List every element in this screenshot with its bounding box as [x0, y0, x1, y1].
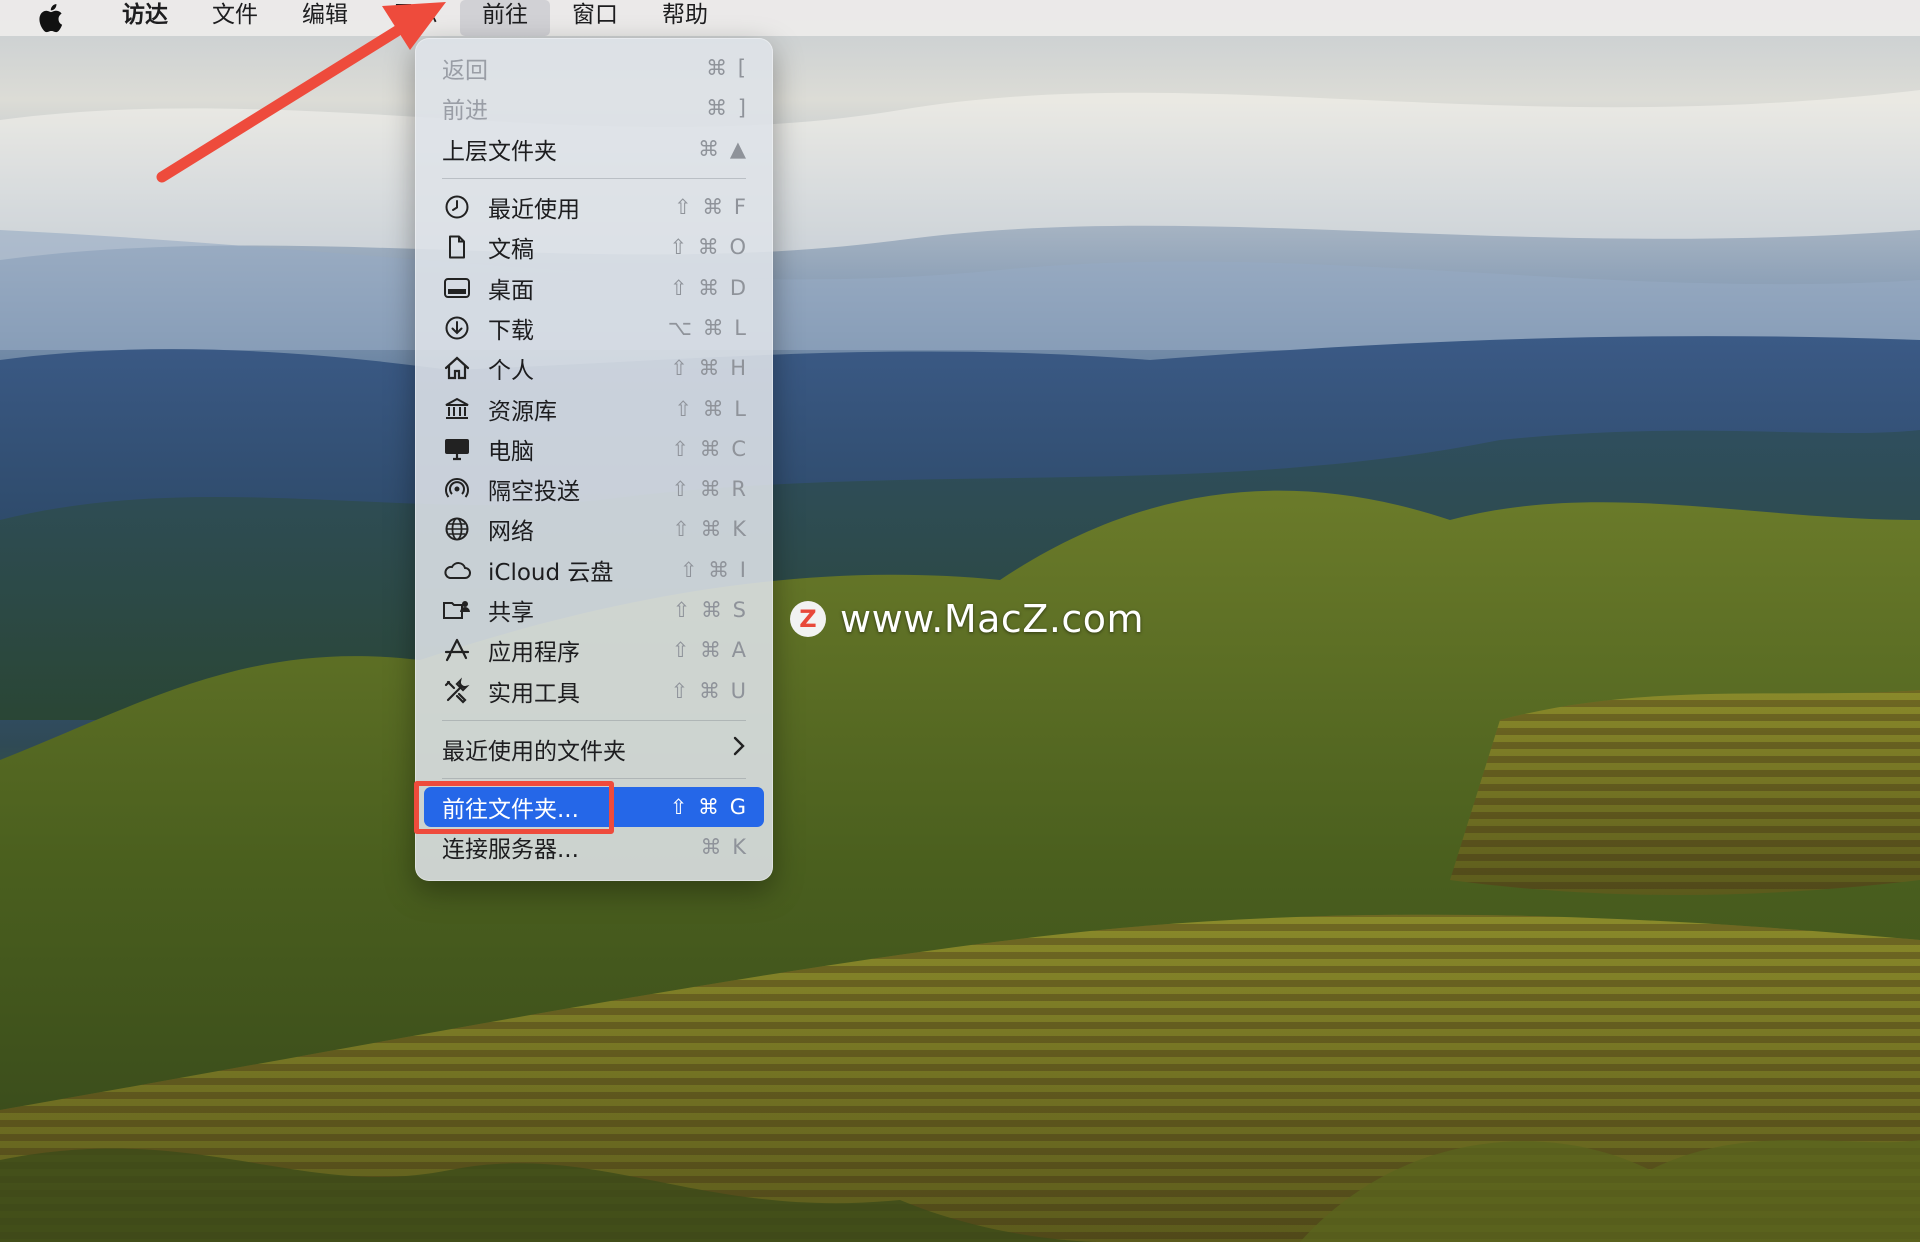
menu-item-library[interactable]: 资源库 ⇧ ⌘ L [424, 388, 764, 428]
menu-item-shortcut: ⇧ ⌘ I [679, 557, 748, 582]
menu-item-label: 共享 [488, 600, 534, 626]
menu-item-shortcut: ⇧ ⌘ U [670, 678, 748, 703]
menu-item-recents[interactable]: 最近使用 ⇧ ⌘ F [424, 187, 764, 227]
clock-icon [442, 192, 472, 222]
menu-item-forward[interactable]: 前进 ⌘ ] [424, 88, 764, 128]
download-icon [442, 313, 472, 343]
menu-item-label: 前进 [442, 98, 488, 125]
menu-item-icloud-drive[interactable]: iCloud 云盘 ⇧ ⌘ I [424, 550, 764, 590]
watermark-text: www.MacZ.com [840, 597, 1145, 641]
menu-separator [442, 177, 746, 179]
menu-item-recent-folders[interactable]: 最近使用的文件夹 [424, 729, 764, 769]
menubar-help[interactable]: 帮助 [640, 0, 730, 36]
menu-item-shortcut: ⌘ [ [706, 56, 748, 81]
menu-item-shortcut: ⇧ ⌘ S [672, 598, 748, 622]
menu-item-shortcut: ⇧ ⌘ D [669, 275, 748, 300]
watermark: Z www.MacZ.com [790, 597, 1144, 641]
menu-item-label: 隔空投送 [488, 479, 580, 506]
menu-item-documents[interactable]: 文稿 ⇧ ⌘ O [424, 227, 764, 267]
menu-item-network[interactable]: 网络 ⇧ ⌘ K [424, 509, 764, 549]
menu-item-label: 资源库 [488, 398, 557, 425]
menu-item-enclosing-folder[interactable]: 上层文件夹 ⌘ ▲ [424, 129, 764, 169]
menu-item-label: 网络 [488, 519, 534, 546]
menu-item-airdrop[interactable]: 隔空投送 ⇧ ⌘ R [424, 469, 764, 509]
menu-item-label: 下载 [488, 317, 534, 344]
apps-icon [442, 635, 472, 665]
menu-item-label: 实用工具 [488, 680, 580, 707]
menu-item-label: 电脑 [488, 438, 534, 465]
desktop-icon [442, 273, 472, 303]
tools-icon [442, 676, 472, 706]
menu-item-label: 应用程序 [488, 640, 580, 667]
menu-item-computer[interactable]: 电脑 ⇧ ⌘ C [424, 429, 764, 469]
menu-item-shortcut: ⌥ ⌘ L [667, 315, 748, 340]
menu-item-shortcut: ⇧ ⌘ K [672, 517, 748, 542]
menu-item-shortcut: ⇧ ⌘ G [669, 795, 748, 820]
menubar-edit[interactable]: 编辑 [280, 0, 370, 36]
cloud-icon [442, 555, 472, 585]
menu-item-label: 最近使用 [488, 197, 580, 224]
menu-separator [442, 719, 746, 721]
shared-folder-icon [442, 595, 472, 625]
menu-item-desktop[interactable]: 桌面 ⇧ ⌘ D [424, 267, 764, 307]
menu-item-shortcut: ⌘ K [700, 835, 748, 860]
menu-item-shortcut: ⇧ ⌘ O [669, 235, 748, 260]
menu-item-shortcut: ⌘ ▲ [698, 136, 748, 161]
home-icon [442, 353, 472, 383]
menu-item-utilities[interactable]: 实用工具 ⇧ ⌘ U [424, 670, 764, 710]
menu-item-label: 返回 [442, 58, 488, 85]
menu-item-label: iCloud 云盘 [488, 559, 614, 586]
airdrop-icon [442, 474, 472, 504]
menu-item-label: 连接服务器... [442, 837, 579, 864]
menubar-view[interactable]: 显示 [370, 0, 460, 36]
menu-item-label: 文稿 [488, 237, 534, 264]
chevron-right-icon [732, 735, 764, 763]
menu-bar: 访达 文件 编辑 显示 前往 窗口 帮助 [0, 0, 1920, 36]
menu-item-label: 桌面 [488, 277, 534, 304]
document-icon [442, 232, 472, 262]
menubar-window[interactable]: 窗口 [550, 0, 640, 36]
computer-icon [442, 434, 472, 464]
menu-item-label: 最近使用的文件夹 [442, 738, 626, 765]
menu-item-shortcut: ⇧ ⌘ A [671, 638, 748, 663]
menu-item-shortcut: ⇧ ⌘ L [674, 396, 748, 421]
menubar-go[interactable]: 前往 [460, 0, 550, 36]
apple-logo-icon[interactable] [0, 0, 100, 36]
menubar-finder[interactable]: 访达 [100, 0, 190, 36]
menu-item-back[interactable]: 返回 ⌘ [ [424, 48, 764, 88]
menu-item-applications[interactable]: 应用程序 ⇧ ⌘ A [424, 630, 764, 670]
menu-item-downloads[interactable]: 下载 ⌥ ⌘ L [424, 308, 764, 348]
menu-item-shortcut: ⇧ ⌘ C [671, 436, 748, 461]
annotation-highlight-box [414, 781, 614, 834]
menu-item-label: 个人 [488, 358, 534, 385]
watermark-logo: Z [790, 601, 826, 637]
menu-item-shared[interactable]: 共享 ⇧ ⌘ S [424, 590, 764, 630]
library-icon [442, 394, 472, 424]
menu-separator [442, 778, 746, 780]
menu-item-label: 上层文件夹 [442, 138, 557, 165]
menu-item-shortcut: ⇧ ⌘ R [671, 477, 748, 502]
menu-item-home[interactable]: 个人 ⇧ ⌘ H [424, 348, 764, 388]
menubar-file[interactable]: 文件 [190, 0, 280, 36]
menu-item-shortcut: ⇧ ⌘ H [670, 356, 748, 381]
menu-item-shortcut: ⇧ ⌘ F [673, 195, 748, 220]
go-dropdown-menu: 返回 ⌘ [ 前进 ⌘ ] 上层文件夹 ⌘ ▲ 最近使用 ⇧ ⌘ F 文稿 ⇧ … [415, 38, 773, 881]
menu-item-shortcut: ⌘ ] [706, 96, 748, 121]
network-icon [442, 514, 472, 544]
